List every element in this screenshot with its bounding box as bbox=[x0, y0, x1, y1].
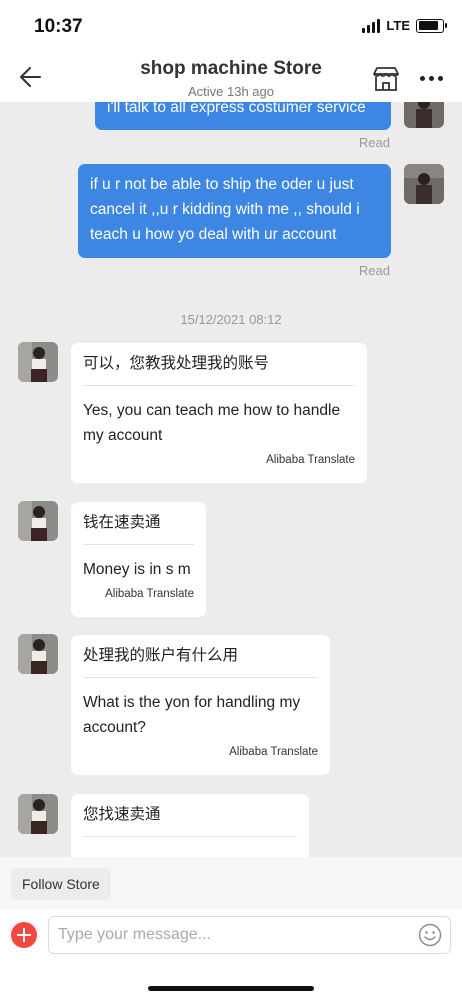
received-message-card[interactable]: 处理我的账户有什么用 What is the yon for handling … bbox=[71, 635, 330, 775]
original-message-text: 可以，您教我处理我的账号 bbox=[83, 353, 355, 386]
translated-message-text: Money is in s m bbox=[83, 561, 191, 578]
signal-icon bbox=[362, 18, 381, 33]
add-attachment-button[interactable] bbox=[11, 922, 37, 948]
read-status: Read bbox=[358, 135, 390, 150]
sent-message-bubble[interactable]: i'll talk to all express costumer servic… bbox=[95, 102, 391, 130]
translation-source: Alibaba Translate bbox=[266, 454, 355, 466]
store-icon[interactable] bbox=[372, 66, 400, 92]
received-message-card[interactable]: 钱在速卖通 Money is in s m Alibaba Translate bbox=[71, 502, 206, 617]
received-message-card[interactable]: 您找速卖通 bbox=[71, 794, 309, 857]
follow-store-button[interactable]: Follow Store bbox=[11, 868, 111, 900]
network-type: LTE bbox=[386, 18, 410, 33]
translated-message-text: Yes, you can teach me how to handle my a… bbox=[83, 402, 341, 444]
store-avatar[interactable] bbox=[18, 794, 58, 834]
read-status: Read bbox=[358, 263, 390, 278]
chat-area[interactable]: i'll talk to all express costumer servic… bbox=[0, 102, 462, 857]
sent-message-text: i'll talk to all express costumer servic… bbox=[107, 102, 366, 116]
translated-message-text: What is the yon for handling my account? bbox=[83, 694, 301, 736]
chat-header: shop machine Store Active 13h ago bbox=[0, 50, 462, 102]
message-input-bar bbox=[0, 910, 462, 1000]
translation-source: Alibaba Translate bbox=[105, 588, 194, 600]
original-message-text: 钱在速卖通 bbox=[83, 512, 194, 545]
emoji-icon[interactable] bbox=[418, 923, 442, 947]
date-separator: 15/12/2021 08:12 bbox=[180, 312, 282, 327]
store-avatar[interactable] bbox=[18, 501, 58, 541]
more-options-icon[interactable] bbox=[420, 76, 443, 81]
status-indicators: LTE bbox=[362, 18, 447, 33]
home-indicator bbox=[148, 986, 314, 991]
original-message-text: 您找速卖通 bbox=[83, 804, 297, 837]
my-avatar[interactable] bbox=[404, 164, 444, 204]
quick-actions-bar: Follow Store bbox=[0, 857, 462, 910]
received-message-card[interactable]: 可以，您教我处理我的账号 Yes, you can teach me how t… bbox=[71, 343, 367, 483]
status-time: 10:37 bbox=[34, 16, 83, 37]
message-input[interactable] bbox=[48, 916, 451, 954]
battery-icon bbox=[416, 18, 447, 33]
status-bar: 10:37 LTE bbox=[0, 0, 462, 50]
original-message-text: 处理我的账户有什么用 bbox=[83, 645, 318, 678]
sent-message-bubble[interactable]: if u r not be able to ship the oder u ju… bbox=[78, 164, 391, 258]
translation-source: Alibaba Translate bbox=[229, 746, 318, 758]
sent-message-text: if u r not be able to ship the oder u ju… bbox=[90, 176, 360, 243]
store-avatar[interactable] bbox=[18, 634, 58, 674]
my-avatar[interactable] bbox=[404, 102, 444, 128]
store-avatar[interactable] bbox=[18, 342, 58, 382]
